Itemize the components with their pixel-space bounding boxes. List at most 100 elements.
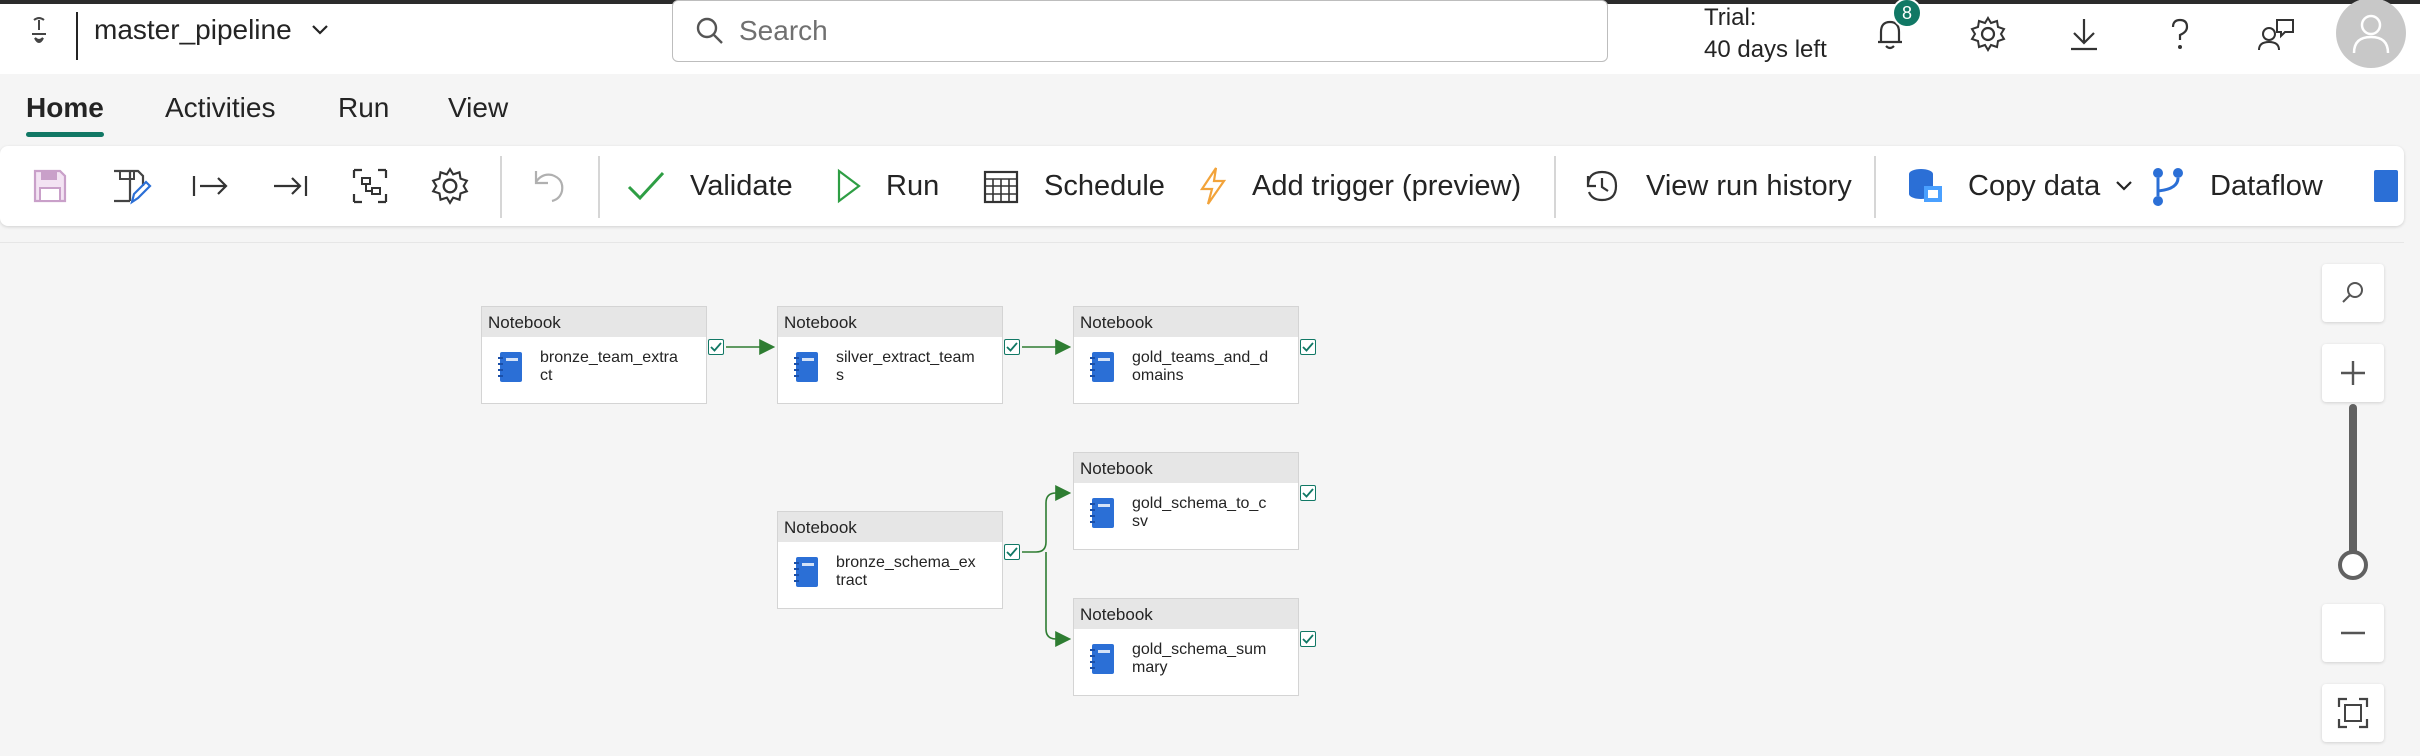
- checkmark-icon: [627, 171, 665, 201]
- toolbar-divider: [1554, 156, 1556, 218]
- undo-icon: [534, 171, 564, 203]
- notebook-icon: [498, 352, 522, 382]
- zoom-out-button[interactable]: [2322, 604, 2384, 662]
- settings-button[interactable]: [430, 160, 470, 212]
- notebook-activity-button[interactable]: [2370, 160, 2400, 212]
- play-icon: [837, 168, 861, 204]
- notebook-icon: [1090, 498, 1114, 528]
- arrow-right-bar-icon: [192, 176, 228, 196]
- success-checkbox-icon[interactable]: [708, 339, 724, 355]
- zoom-slider-track[interactable]: [2349, 404, 2357, 556]
- node-type-label: Notebook: [1074, 453, 1298, 483]
- notebook-node-gold-teams-and-domains[interactable]: Notebook gold_teams_and_domains: [1073, 306, 1299, 404]
- node-type-label: Notebook: [482, 307, 706, 337]
- zoom-search-button[interactable]: [2322, 264, 2384, 322]
- view-run-history-label: View run history: [1646, 169, 1852, 202]
- success-checkbox-icon[interactable]: [1300, 339, 1316, 355]
- notebook-icon: [2374, 170, 2398, 202]
- avatar[interactable]: [2336, 0, 2406, 68]
- trial-status[interactable]: Trial: 40 days left: [1704, 2, 1827, 66]
- node-name: gold_teams_and_domains: [1132, 349, 1269, 384]
- dataflow-label: Dataflow: [2210, 169, 2323, 202]
- fit-screen-icon: [2337, 697, 2369, 729]
- success-checkbox-icon[interactable]: [1300, 631, 1316, 647]
- schedule-button[interactable]: Schedule: [982, 160, 1165, 212]
- tab-activities[interactable]: Activities: [165, 92, 275, 124]
- dataflow-button[interactable]: Dataflow: [2150, 160, 2323, 212]
- success-checkbox-icon[interactable]: [1300, 485, 1316, 501]
- pipeline-name-dropdown[interactable]: master_pipeline: [94, 14, 330, 46]
- view-run-history-button[interactable]: View run history: [1582, 160, 1852, 212]
- node-type-label: Notebook: [778, 512, 1002, 542]
- avatar-icon: [2352, 14, 2390, 54]
- run-button[interactable]: Run: [836, 160, 939, 212]
- layout-icon: [352, 168, 388, 204]
- notebook-node-gold-schema-summary[interactable]: Notebook gold_schema_summary: [1073, 598, 1299, 696]
- undo-button[interactable]: [530, 160, 568, 212]
- download-icon[interactable]: [2062, 12, 2106, 56]
- save-button[interactable]: [30, 160, 70, 212]
- pipeline-name: master_pipeline: [94, 14, 292, 45]
- arrow-to-end-icon: [274, 176, 308, 196]
- tab-view[interactable]: View: [448, 92, 508, 124]
- notebook-icon: [1090, 644, 1114, 674]
- copy-data-button[interactable]: Copy data: [1906, 160, 2134, 212]
- plus-icon: [2341, 361, 2365, 385]
- toolbar: Validate Run Schedule Add trigger (previ…: [0, 146, 2404, 226]
- app-logo-icon[interactable]: [22, 14, 56, 54]
- title-divider: [76, 12, 78, 60]
- ribbon-tabs: Home Activities Run View: [0, 74, 2420, 138]
- save-as-button[interactable]: [110, 160, 152, 212]
- help-icon[interactable]: [2158, 12, 2202, 56]
- copy-data-label: Copy data: [1968, 169, 2101, 202]
- tab-home[interactable]: Home: [26, 92, 104, 124]
- success-checkbox-icon[interactable]: [1004, 339, 1020, 355]
- active-tab-indicator: [26, 132, 104, 137]
- notebook-icon: [794, 557, 818, 587]
- database-icon: [1909, 169, 1942, 202]
- validate-label: Validate: [690, 169, 793, 202]
- add-trigger-label: Add trigger (preview): [1252, 169, 1522, 202]
- gear-icon: [431, 167, 469, 205]
- node-type-label: Notebook: [778, 307, 1002, 337]
- zoom-in-button[interactable]: [2322, 344, 2384, 402]
- auto-align-button[interactable]: [350, 160, 390, 212]
- fit-to-screen-button[interactable]: [2322, 684, 2384, 742]
- schedule-label: Schedule: [1044, 169, 1165, 202]
- search-icon: [2342, 282, 2363, 303]
- node-name: gold_schema_summary: [1132, 641, 1267, 676]
- node-name: silver_extract_teams: [836, 349, 975, 384]
- notebook-node-gold-schema-to-csv[interactable]: Notebook gold_schema_to_csv: [1073, 452, 1299, 550]
- toolbar-divider: [1874, 156, 1876, 218]
- notification-badge: 8: [1892, 0, 1922, 28]
- zoom-slider-thumb[interactable]: [2338, 550, 2368, 580]
- validate-button[interactable]: Validate: [626, 160, 793, 212]
- pipeline-canvas[interactable]: Notebook bronze_team_extract Notebook si…: [0, 242, 2404, 755]
- chevron-down-icon: [2116, 181, 2132, 191]
- node-type-label: Notebook: [1074, 307, 1298, 337]
- chevron-down-icon: [311, 25, 328, 35]
- success-checkbox-icon[interactable]: [1004, 544, 1020, 560]
- feedback-icon[interactable]: [2254, 12, 2298, 56]
- step-out-button[interactable]: [270, 160, 310, 212]
- step-in-button[interactable]: [190, 160, 230, 212]
- tab-run[interactable]: Run: [338, 92, 389, 124]
- search-icon: [696, 17, 723, 44]
- calendar-icon: [983, 170, 1019, 204]
- node-name: bronze_schema_extract: [836, 554, 976, 589]
- lightning-icon: [1199, 167, 1227, 205]
- gear-icon[interactable]: [1966, 12, 2010, 56]
- node-type-label: Notebook: [1074, 599, 1298, 629]
- notebook-node-silver-extract-teams[interactable]: Notebook silver_extract_teams: [777, 306, 1003, 404]
- notebook-node-bronze-schema-extract[interactable]: Notebook bronze_schema_extract: [777, 511, 1003, 609]
- save-edit-icon: [114, 169, 152, 205]
- notebook-node-bronze-team-extract[interactable]: Notebook bronze_team_extract: [481, 306, 707, 404]
- add-trigger-button[interactable]: Add trigger (preview): [1198, 160, 1521, 212]
- trial-days-left: 40 days left: [1704, 36, 1827, 63]
- search-placeholder: Search: [739, 15, 828, 46]
- run-label: Run: [886, 169, 940, 202]
- minus-icon: [2341, 631, 2365, 635]
- trial-label: Trial:: [1704, 4, 1757, 31]
- search-input[interactable]: Search: [672, 0, 1608, 62]
- node-name: gold_schema_to_csv: [1132, 495, 1267, 530]
